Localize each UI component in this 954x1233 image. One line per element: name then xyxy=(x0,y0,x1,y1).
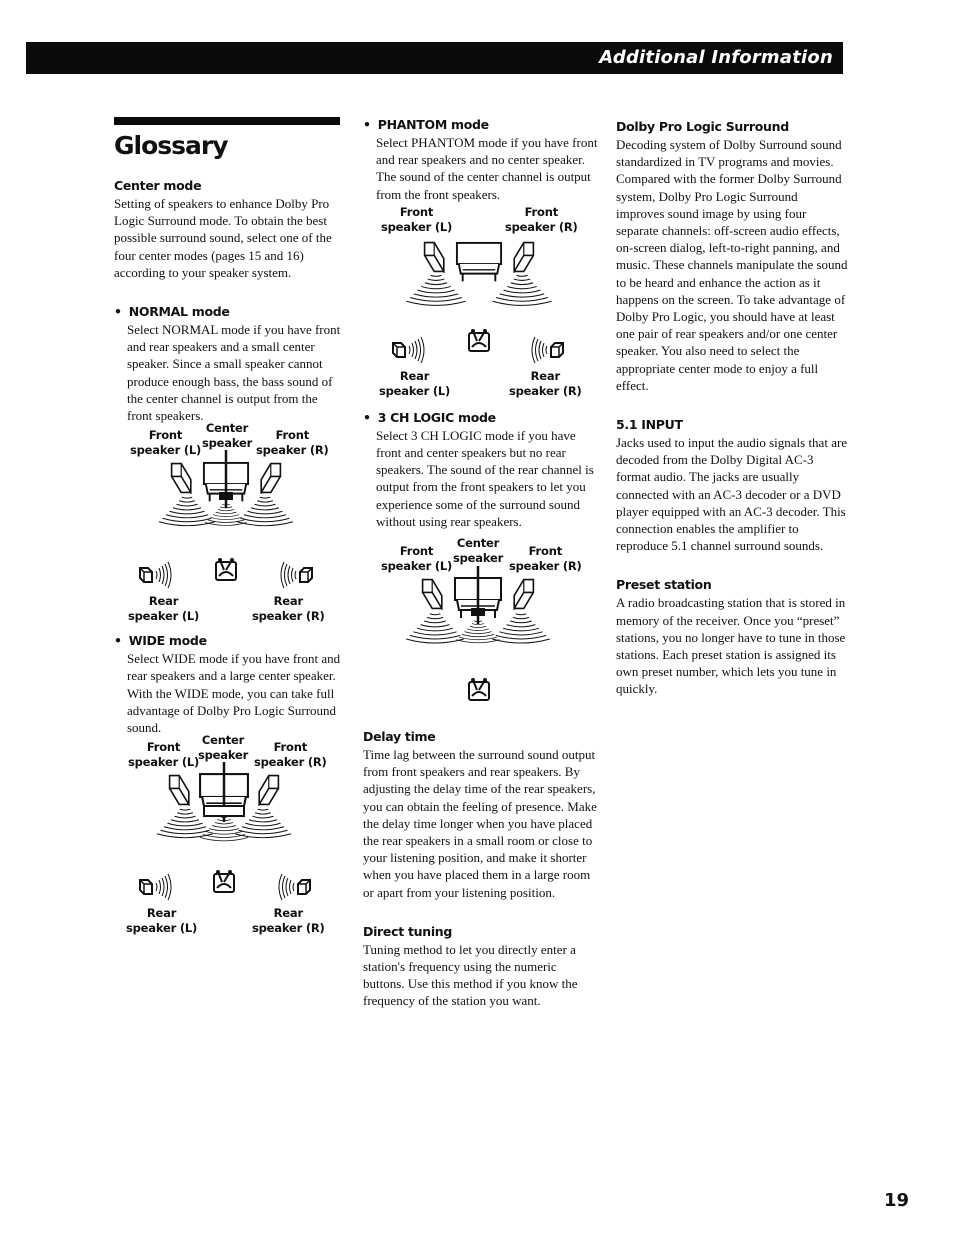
rear-speaker-l-icon xyxy=(392,335,425,364)
section-header-bar: Additional Information xyxy=(26,42,843,74)
term-5-1-input: 5.1 INPUT xyxy=(616,417,683,433)
sound-waves-icon xyxy=(236,496,294,527)
definition-normal-mode: Select NORMAL mode if you have front and… xyxy=(127,322,341,424)
term-delay-time: Delay time xyxy=(363,729,436,745)
listener-icon xyxy=(468,677,490,702)
definition-preset-station: A radio broadcasting station that is sto… xyxy=(616,595,846,697)
definition-wide-mode: Select WIDE mode if you have front and r… xyxy=(127,651,341,736)
column-left: Glossary Center mode Setting of speakers… xyxy=(114,110,346,944)
column-middle: PHANTOM mode Select PHANTOM mode if you … xyxy=(363,116,598,1010)
rear-speaker-r-icon xyxy=(531,335,564,364)
sound-waves-icon xyxy=(491,274,553,306)
label-rear-r: Rear speaker (R) xyxy=(509,368,582,398)
section-title: Additional Information xyxy=(599,47,833,68)
term-wide-mode: WIDE mode xyxy=(114,632,346,650)
front-speaker-r-icon xyxy=(513,578,535,610)
definition-dolby-pro-logic: Decoding system of Dolby Surround sound … xyxy=(616,137,848,393)
listener-icon xyxy=(213,869,235,894)
sound-waves-icon xyxy=(405,613,465,644)
front-speaker-r-icon xyxy=(258,775,280,806)
listener-icon xyxy=(215,557,237,582)
speaker-diagram-phantom: Front speaker (L) Front speaker (R) Rear sp… xyxy=(363,203,582,409)
term-direct-tuning: Direct tuning xyxy=(363,923,453,939)
sound-waves-icon xyxy=(158,496,216,527)
definition-3ch-logic-mode: Select 3 CH LOGIC mode if you have front… xyxy=(376,427,594,529)
rear-speaker-r-icon xyxy=(280,561,313,590)
label-rear-l: Rear speaker (L) xyxy=(126,906,198,936)
label-rear-l: Rear speaker (L) xyxy=(379,368,451,398)
column-right: Dolby Pro Logic Surround Decoding system… xyxy=(616,118,848,698)
speaker-diagram-wide: Front speaker (L) Center speaker Front spea… xyxy=(114,733,327,944)
front-speaker-l-icon xyxy=(170,463,192,494)
term-dolby-pro-logic: Dolby Pro Logic Surround xyxy=(616,119,789,134)
definition-phantom-mode: Select PHANTOM mode if you have front an… xyxy=(376,135,598,202)
term-center-mode: Center mode xyxy=(114,178,202,193)
term-normal-mode: NORMAL mode xyxy=(114,303,346,321)
page-title: Glossary xyxy=(114,131,229,160)
label-rear-r: Rear speaker (R) xyxy=(252,906,325,936)
rear-speaker-r-icon xyxy=(278,873,311,902)
definition-5-1-input: Jacks used to input the audio signals th… xyxy=(616,435,848,554)
rear-speaker-l-icon xyxy=(139,873,172,902)
center-speaker-box-icon xyxy=(471,608,485,617)
front-speaker-l-icon xyxy=(423,241,445,273)
listener-icon xyxy=(468,327,490,352)
term-3ch-logic-mode: 3 CH LOGIC mode xyxy=(363,409,598,427)
center-speaker-box-icon xyxy=(219,492,233,501)
center-tv-icon xyxy=(455,241,503,283)
center-speaker-box-icon xyxy=(203,805,245,818)
definition-center-mode: Setting of speakers to enhance Dolby Pro… xyxy=(114,196,332,280)
front-speaker-l-icon xyxy=(421,578,443,610)
sound-waves-icon xyxy=(405,274,467,306)
speaker-layout-graphic xyxy=(405,566,551,702)
speaker-diagram-normal: Front speaker (L) Center speaker Front spea… xyxy=(114,421,329,632)
definition-delay-time: Time lag between the surround sound outp… xyxy=(363,747,597,900)
rear-speaker-l-icon xyxy=(139,561,172,590)
sound-waves-icon xyxy=(491,613,551,644)
front-speaker-l-icon xyxy=(168,775,190,806)
title-rule xyxy=(114,117,340,125)
term-phantom-mode: PHANTOM mode xyxy=(363,116,598,134)
front-speaker-r-icon xyxy=(260,463,282,494)
page-number: 19 xyxy=(884,1190,910,1211)
definition-direct-tuning: Tuning method to let you directly enter … xyxy=(363,941,578,1009)
term-preset-station: Preset station xyxy=(616,577,712,593)
label-rear-l: Rear speaker (L) xyxy=(128,594,200,624)
speaker-diagram-3ch-logic: Front speaker (L) Center speaker Front spea… xyxy=(363,530,582,710)
label-rear-r: Rear speaker (R) xyxy=(252,594,325,624)
front-speaker-r-icon xyxy=(513,241,535,273)
